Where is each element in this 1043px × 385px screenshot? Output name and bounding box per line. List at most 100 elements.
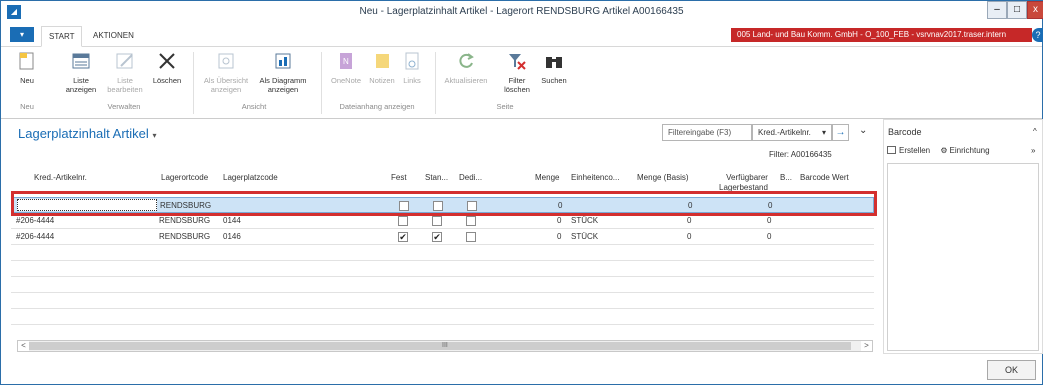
ribbon-separator: [435, 52, 436, 114]
collapse-icon[interactable]: ^: [1033, 127, 1037, 136]
checkbox-fest[interactable]: [398, 216, 408, 226]
application-menu-button[interactable]: ▾: [10, 27, 34, 42]
liste-anzeigen-label1: Liste: [73, 76, 89, 85]
aktualisieren-button[interactable]: Aktualisieren: [439, 51, 493, 85]
col-header-standard[interactable]: Stan...: [425, 173, 448, 183]
scroll-right-icon[interactable]: >: [861, 341, 872, 351]
cell-lagerort: RENDSBURG: [159, 216, 211, 225]
cell-lagerplatz: 0144: [223, 216, 241, 225]
liste-anzeigen-label2: anzeigen: [65, 85, 97, 94]
filter-apply-arrow-icon[interactable]: →: [832, 124, 849, 141]
liste-bearbeiten-label1: Liste: [117, 76, 133, 85]
filter-field-value: Kred.-Artikelnr.: [758, 128, 811, 137]
filter-loeschen-button[interactable]: Filter löschen: [499, 51, 535, 94]
ribbon-separator: [321, 52, 322, 114]
col-header-menge-basis[interactable]: Menge (Basis): [637, 173, 689, 183]
overview-icon: [215, 51, 237, 73]
filter-loeschen-label2: löschen: [504, 85, 530, 94]
checkbox-dedi[interactable]: [466, 232, 476, 242]
col-header-barcode[interactable]: Barcode Wert: [800, 173, 849, 183]
col-header-verfuegbar[interactable]: Verfügbarer Lagerbestand: [719, 173, 768, 193]
col-header-lagerplatzcode[interactable]: Lagerplatzcode: [223, 173, 278, 183]
new-document-icon: [16, 51, 38, 73]
col-header-verfuegbar-l1: Verfügbarer: [726, 173, 768, 182]
liste-bearbeiten-label2: bearbeiten: [107, 85, 143, 94]
einrichtung-button[interactable]: ⚙ Einrichtung: [940, 146, 989, 155]
col-header-kred[interactable]: Kred.-Artikelnr.: [34, 173, 87, 183]
links-button[interactable]: Links: [399, 51, 425, 85]
suchen-button[interactable]: Suchen: [537, 51, 571, 85]
group-label-ansicht: Ansicht: [241, 102, 267, 111]
col-header-lagerortcode[interactable]: Lagerortcode: [161, 173, 208, 183]
refresh-icon: [455, 51, 477, 73]
tab-aktionen[interactable]: AKTIONEN: [86, 26, 141, 47]
binoculars-icon: [543, 51, 565, 73]
data-grid: RENDSBURG 0 0 0 #206-4444 RENDSBURG 0144…: [11, 196, 874, 341]
als-uebersicht-label2: anzeigen: [210, 85, 242, 94]
einrichtung-label: Einrichtung: [949, 146, 990, 155]
barcode-icon: [887, 146, 896, 154]
filter-loeschen-label1: Filter: [508, 76, 526, 85]
notizen-button[interactable]: Notizen: [366, 51, 398, 85]
liste-anzeigen-button[interactable]: Liste anzeigen: [61, 51, 101, 94]
als-diagramm-button[interactable]: Als Diagramm anzeigen: [255, 51, 311, 94]
col-header-fest[interactable]: Fest: [391, 173, 407, 183]
checkbox-fest[interactable]: ✔: [398, 232, 408, 242]
cell-kred: #206-4444: [16, 216, 55, 225]
ribbon: Neu Liste anzeigen Liste bearbeiten Lösc…: [1, 47, 1042, 119]
factbox-title: Barcode: [888, 127, 922, 137]
onenote-button[interactable]: N OneNote: [327, 51, 365, 85]
close-button[interactable]: x: [1027, 1, 1043, 19]
application-window: ◢ Neu - Lagerplatzinhalt Artikel - Lager…: [0, 0, 1043, 385]
more-icon[interactable]: »: [1031, 146, 1035, 155]
edit-list-icon: [114, 51, 136, 73]
title-chevron-icon[interactable]: ▾: [152, 131, 156, 140]
erstellen-label: Erstellen: [899, 146, 931, 155]
links-label: Links: [403, 76, 421, 85]
cell-menge-basis: 0: [687, 216, 692, 225]
barcode-content: [887, 163, 1039, 351]
svg-text:N: N: [343, 57, 349, 66]
link-icon: [401, 51, 423, 73]
minimize-button[interactable]: –: [987, 1, 1007, 19]
erstellen-button[interactable]: Erstellen: [887, 146, 930, 155]
col-header-einheit[interactable]: Einheitenco...: [571, 173, 619, 183]
ok-button[interactable]: OK: [987, 360, 1036, 380]
als-uebersicht-button[interactable]: Als Übersicht anzeigen: [197, 51, 255, 94]
col-header-b[interactable]: B...: [780, 173, 792, 183]
loeschen-label: Löschen: [152, 76, 182, 85]
delete-x-icon: [156, 51, 178, 73]
note-icon: [371, 51, 393, 73]
filter-field-select[interactable]: Kred.-Artikelnr. ▾: [752, 124, 832, 141]
filter-expand-chevron-icon[interactable]: ⌄: [859, 125, 867, 136]
page-title[interactable]: Lagerplatzinhalt Artikel ▾: [18, 126, 156, 141]
empty-row: [11, 277, 874, 293]
checkbox-standard[interactable]: [432, 216, 442, 226]
tab-start[interactable]: START: [41, 26, 83, 47]
liste-bearbeiten-button[interactable]: Liste bearbeiten: [105, 51, 145, 94]
col-header-dedi[interactable]: Dedi...: [459, 173, 482, 183]
col-header-menge[interactable]: Menge: [535, 173, 559, 183]
scroll-left-icon[interactable]: <: [18, 341, 29, 351]
table-row[interactable]: #206-4444 RENDSBURG 0146 ✔ ✔ 0 STÜCK 0 0: [11, 229, 874, 245]
horizontal-scrollbar[interactable]: < III >: [17, 340, 873, 352]
scroll-grip-icon: III: [442, 342, 448, 349]
group-label-seite: Seite: [496, 102, 514, 111]
maximize-button[interactable]: □: [1007, 1, 1027, 19]
scroll-thumb[interactable]: III: [29, 342, 851, 350]
checkbox-dedi[interactable]: [466, 216, 476, 226]
cell-verfuegbar: 0: [767, 216, 772, 225]
help-icon[interactable]: ?: [1032, 28, 1043, 42]
filter-input[interactable]: Filtereingabe (F3): [662, 124, 752, 141]
company-indicator: 005 Land- und Bau Komm. GmbH - O_100_FEB…: [731, 28, 1032, 42]
cell-menge: 0: [557, 232, 562, 241]
checkbox-standard[interactable]: ✔: [432, 232, 442, 242]
loeschen-button[interactable]: Löschen: [149, 51, 185, 85]
chart-icon: [272, 51, 294, 73]
cell-kred: #206-4444: [16, 232, 55, 241]
neu-button[interactable]: Neu: [15, 51, 39, 85]
list-view-icon: [70, 51, 92, 73]
empty-row: [11, 261, 874, 277]
group-label-verwalten: Verwalten: [107, 102, 141, 111]
notizen-label: Notizen: [369, 76, 395, 85]
